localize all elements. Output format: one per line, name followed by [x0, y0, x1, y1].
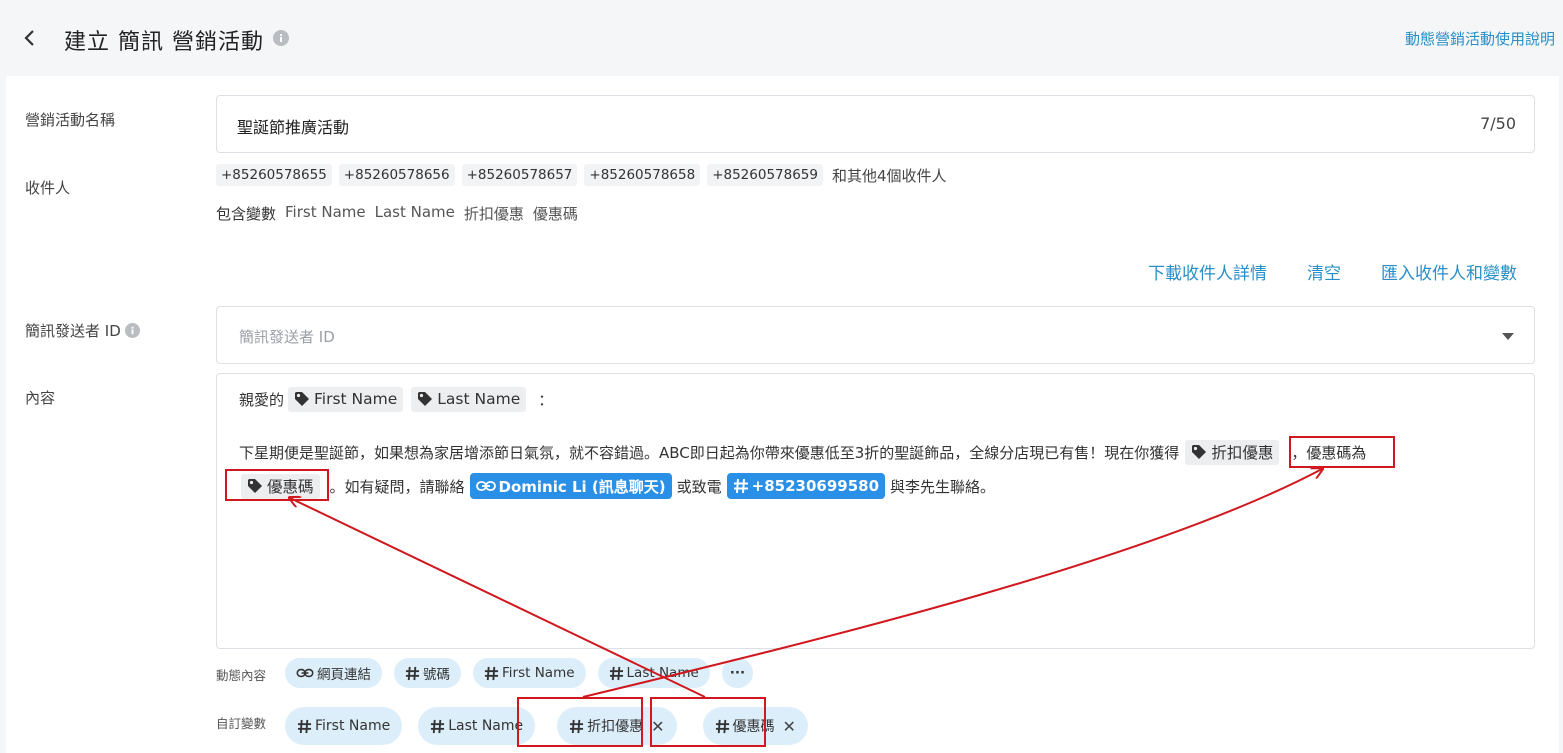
variable-name: Last Name — [374, 203, 455, 221]
recipient-chip: +85260578656 — [338, 164, 455, 186]
body-text: 與李先生聯絡。 — [890, 477, 996, 496]
recipient-chip: +85260578659 — [707, 164, 823, 186]
sender-id-select[interactable]: 簡訊發送者 ID — [216, 306, 1535, 364]
recipient-list: +85260578655 +85260578656 +85260578657 +… — [216, 164, 947, 186]
download-recipients-button[interactable]: 下載收件人詳情 — [1148, 259, 1267, 284]
import-recipients-button[interactable]: 匯入收件人和變數 — [1381, 259, 1517, 284]
variable-name: 折扣優惠 — [463, 205, 524, 223]
variable-name: First Name — [285, 203, 366, 221]
page-header: 建立 簡訊 營銷活動 動態營銷活動使用說明 — [0, 0, 1563, 76]
recipients-label: 收件人 — [25, 179, 71, 197]
annotation-box — [650, 697, 766, 747]
body-text: 或致電 — [676, 477, 722, 496]
message-editor[interactable]: 親愛的 First Name Last Name ： 下星期便是聖誕節，如果想為… — [216, 373, 1535, 649]
sender-id-label-text: 簡訊發送者 ID — [25, 322, 121, 340]
recipient-chip: +85260578657 — [461, 164, 578, 186]
chip-label: Dominic Li (訊息聊天) — [498, 477, 666, 496]
help-link[interactable]: 動態營銷活動使用說明 — [1405, 28, 1555, 49]
sender-id-label: 簡訊發送者 ID — [25, 320, 140, 341]
chevron-down-icon[interactable] — [1502, 333, 1514, 340]
greeting-suffix: ： — [538, 391, 554, 409]
dynamic-item-last-name[interactable]: Last Name — [597, 658, 710, 688]
link-icon — [475, 481, 496, 491]
hash-icon — [297, 719, 312, 733]
close-icon[interactable]: ✕ — [783, 717, 796, 736]
info-icon[interactable] — [273, 30, 289, 46]
more-button[interactable]: ··· — [721, 658, 754, 688]
pill-label: First Name — [315, 718, 391, 734]
pill-label: Last Name — [626, 665, 699, 681]
recipient-chip: +85260578655 — [216, 164, 332, 186]
phone-number-chip[interactable]: +85230699580 — [726, 473, 886, 499]
clear-recipients-button[interactable]: 清空 — [1307, 259, 1341, 284]
sender-id-placeholder: 簡訊發送者 ID — [239, 328, 335, 346]
pill-label: 網頁連結 — [317, 667, 371, 683]
body-text: 下星期便是聖誕節，如果想為家居增添節日氣氛，就不容錯過。ABC即日起為你帶來優惠… — [239, 444, 1180, 462]
chat-link-chip[interactable]: Dominic Li (訊息聊天) — [469, 473, 672, 499]
included-variables: 包含變數 First Name Last Name 折扣優惠 優惠碼 — [216, 203, 578, 224]
tag-label: 折扣優惠 — [1211, 444, 1274, 462]
body-text: 。如有疑問，請聯絡 — [329, 477, 465, 496]
more-recipients-text: 和其他4個收件人 — [831, 166, 947, 185]
message-line-1: 親愛的 First Name Last Name ： — [239, 387, 553, 412]
tag-icon — [418, 392, 433, 406]
dynamic-item-first-name[interactable]: First Name — [473, 658, 586, 688]
custom-var-first-name[interactable]: First Name — [285, 707, 403, 745]
tag-label: First Name — [314, 390, 398, 408]
info-icon[interactable] — [124, 323, 140, 338]
back-arrow-icon[interactable] — [20, 27, 40, 49]
hash-icon — [609, 666, 623, 680]
dynamic-content-list: 網頁連結 號碼 First Name Last Name ··· — [285, 658, 754, 688]
annotation-box — [225, 469, 329, 501]
pill-label: Last Name — [448, 718, 524, 734]
campaign-name-label: 營銷活動名稱 — [25, 111, 116, 129]
message-line-3: 優惠碼 。如有疑問，請聯絡 Dominic Li (訊息聊天) 或致電 +852… — [239, 473, 995, 499]
variable-tag-discount[interactable]: 折扣優惠 — [1185, 440, 1280, 465]
link-icon — [296, 668, 314, 678]
chip-label: +85230699580 — [751, 477, 880, 495]
campaign-name-input[interactable]: 聖誕節推廣活動 7/50 — [216, 95, 1535, 153]
message-line-2: 下星期便是聖誕節，如果想為家居增添節日氣氛，就不容錯過。ABC即日起為你帶來優惠… — [239, 440, 1366, 465]
dynamic-item-number[interactable]: 號碼 — [394, 658, 461, 688]
dynamic-item-web-link[interactable]: 網頁連結 — [285, 658, 382, 688]
variable-tag-first-name[interactable]: First Name — [288, 387, 404, 412]
greeting-text: 親愛的 — [239, 391, 285, 409]
pill-label: 號碼 — [423, 667, 450, 683]
hash-icon — [405, 666, 420, 680]
annotation-box — [517, 697, 643, 747]
recipient-chip: +85260578658 — [584, 164, 701, 186]
campaign-name-value: 聖誕節推廣活動 — [237, 118, 350, 137]
tag-label: Last Name — [437, 390, 521, 408]
content-label: 內容 — [25, 389, 56, 407]
recipient-actions: 下載收件人詳情 清空 匯入收件人和變數 — [1148, 259, 1517, 284]
hash-icon — [484, 666, 499, 680]
hash-icon — [431, 719, 445, 733]
tag-icon — [1192, 445, 1207, 459]
hash-icon — [733, 478, 748, 494]
dynamic-content-label: 動態內容 — [216, 668, 267, 683]
tag-icon — [295, 392, 310, 406]
annotation-box — [1289, 436, 1395, 468]
variable-tag-last-name[interactable]: Last Name — [411, 387, 527, 412]
custom-vars-label: 自訂變數 — [216, 716, 267, 731]
char-counter: 7/50 — [1480, 114, 1516, 133]
page-title: 建立 簡訊 營銷活動 — [64, 30, 264, 55]
vars-prefix: 包含變數 — [216, 205, 277, 223]
pill-label: First Name — [502, 665, 575, 681]
annotation-mask — [1290, 649, 1415, 679]
variable-name: 優惠碼 — [532, 205, 578, 223]
